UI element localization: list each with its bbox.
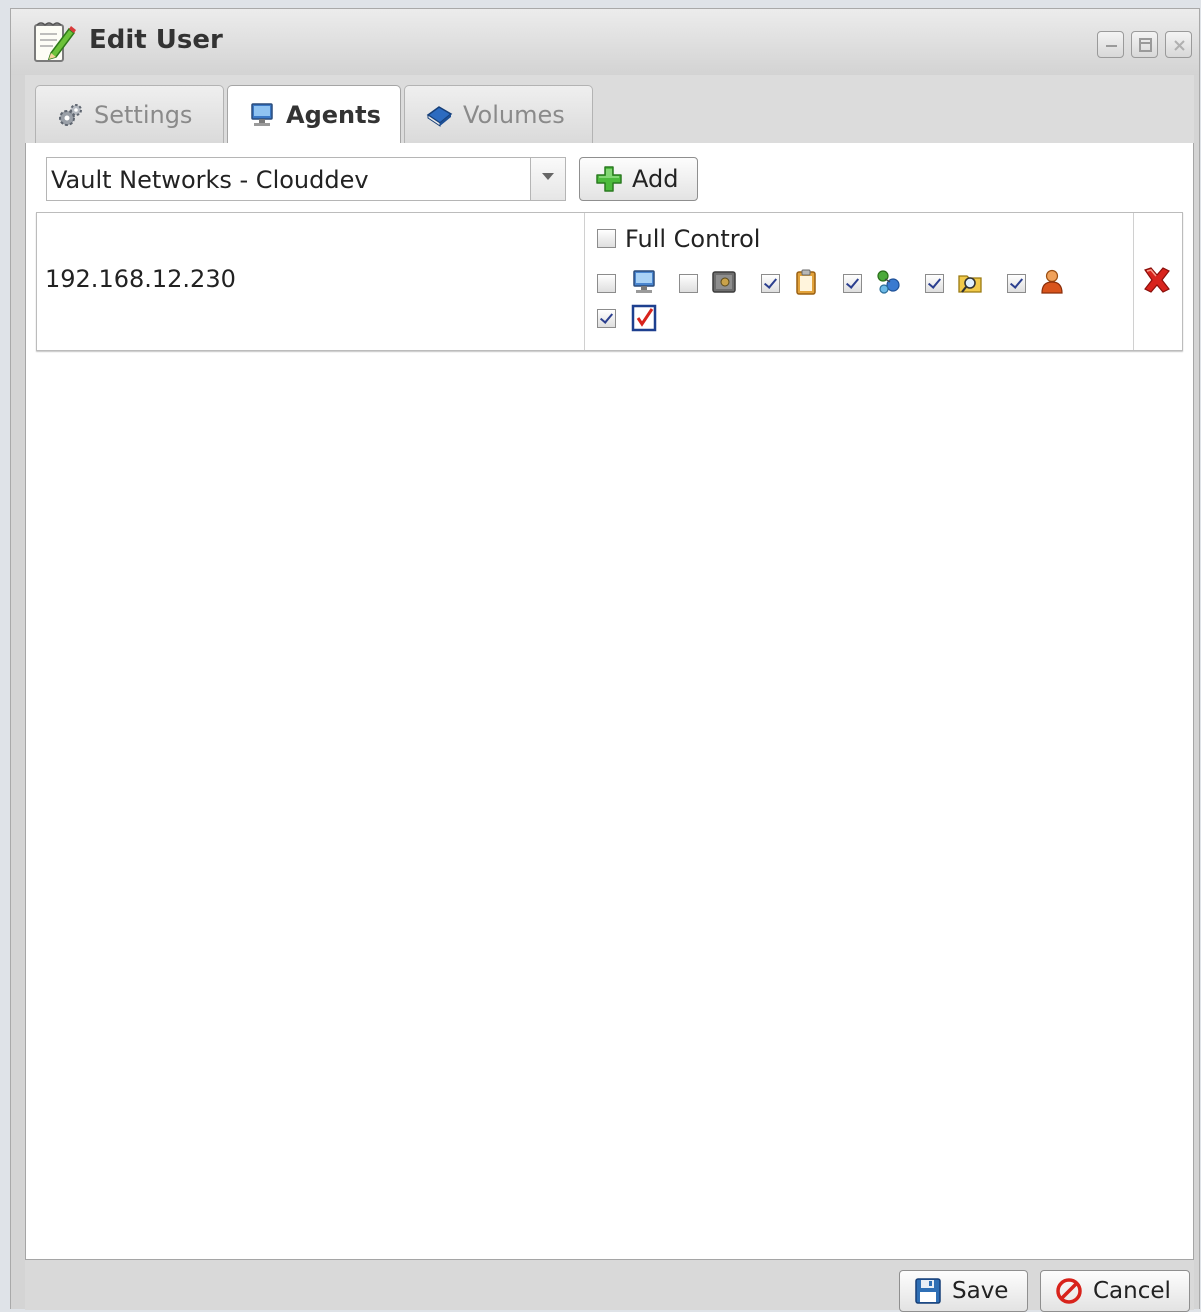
save-label: Save — [952, 1278, 1009, 1304]
agents-panel: Vault Networks - Clouddev Add 192.168.12… — [25, 143, 1194, 1260]
computer-icon — [633, 270, 655, 293]
tab-settings-label: Settings — [94, 100, 193, 129]
computer-icon — [251, 103, 273, 126]
dialog-footer: Save Cancel — [25, 1260, 1194, 1312]
gears-icon — [59, 103, 82, 126]
delete-icon[interactable] — [1141, 266, 1173, 294]
maximize-icon — [1139, 38, 1152, 52]
tab-strip: Settings Agents Volumes — [25, 75, 1194, 144]
agent-ip: 192.168.12.230 — [45, 265, 236, 293]
chevron-down-icon — [542, 173, 554, 180]
checklist-icon — [631, 304, 657, 332]
user-icon — [1041, 269, 1063, 294]
cancel-icon — [1056, 1278, 1082, 1304]
floppy-disk-icon — [915, 1278, 941, 1304]
plus-icon — [596, 166, 622, 192]
agent-group-value: Vault Networks - Clouddev — [51, 166, 369, 194]
permission-checkbox-checklist[interactable] — [597, 309, 616, 328]
minimize-icon — [1106, 45, 1117, 47]
full-control-label: Full Control — [625, 225, 761, 253]
permission-checkbox-computer[interactable] — [597, 274, 616, 293]
agents-grid: 192.168.12.230 Full Control — [36, 212, 1183, 351]
close-button[interactable] — [1165, 31, 1192, 58]
add-button-label: Add — [632, 165, 679, 193]
agent-group-combobox[interactable]: Vault Networks - Clouddev — [46, 157, 566, 201]
table-row: 192.168.12.230 — [37, 213, 585, 350]
edit-notepad-icon — [34, 22, 76, 62]
cancel-button[interactable]: Cancel — [1040, 1270, 1190, 1312]
permission-checkbox-clipboard[interactable] — [761, 274, 780, 293]
tab-agents-label: Agents — [286, 101, 381, 129]
cancel-label: Cancel — [1093, 1278, 1171, 1304]
tab-volumes-label: Volumes — [463, 100, 565, 129]
permission-checkbox-network[interactable] — [843, 274, 862, 293]
minimize-button[interactable] — [1097, 31, 1124, 58]
permission-checkbox-safe[interactable] — [679, 274, 698, 293]
window-title: Edit User — [89, 25, 223, 55]
close-icon — [1174, 40, 1185, 51]
tab-agents[interactable]: Agents — [227, 85, 401, 144]
dropdown-trigger[interactable] — [530, 158, 565, 200]
tab-volumes[interactable]: Volumes — [404, 85, 593, 143]
edit-user-window: Edit User Settings Agents Volumes Vault … — [10, 8, 1200, 1312]
maximize-button[interactable] — [1131, 31, 1158, 58]
folder-search-icon — [958, 275, 982, 293]
safe-icon — [712, 271, 736, 293]
permission-checkbox-user[interactable] — [1007, 274, 1026, 293]
title-bar[interactable]: Edit User — [11, 9, 1199, 75]
permissions-cell: Full Control — [585, 213, 1134, 350]
permission-checkbox-folder-search[interactable] — [925, 274, 944, 293]
book-icon — [426, 105, 453, 127]
delete-cell — [1134, 213, 1182, 350]
tab-settings[interactable]: Settings — [35, 85, 224, 143]
save-button[interactable]: Save — [899, 1270, 1028, 1312]
clipboard-icon — [796, 269, 816, 295]
full-control-checkbox[interactable] — [597, 229, 616, 248]
add-agent-button[interactable]: Add — [579, 157, 698, 201]
network-icon — [877, 270, 900, 294]
